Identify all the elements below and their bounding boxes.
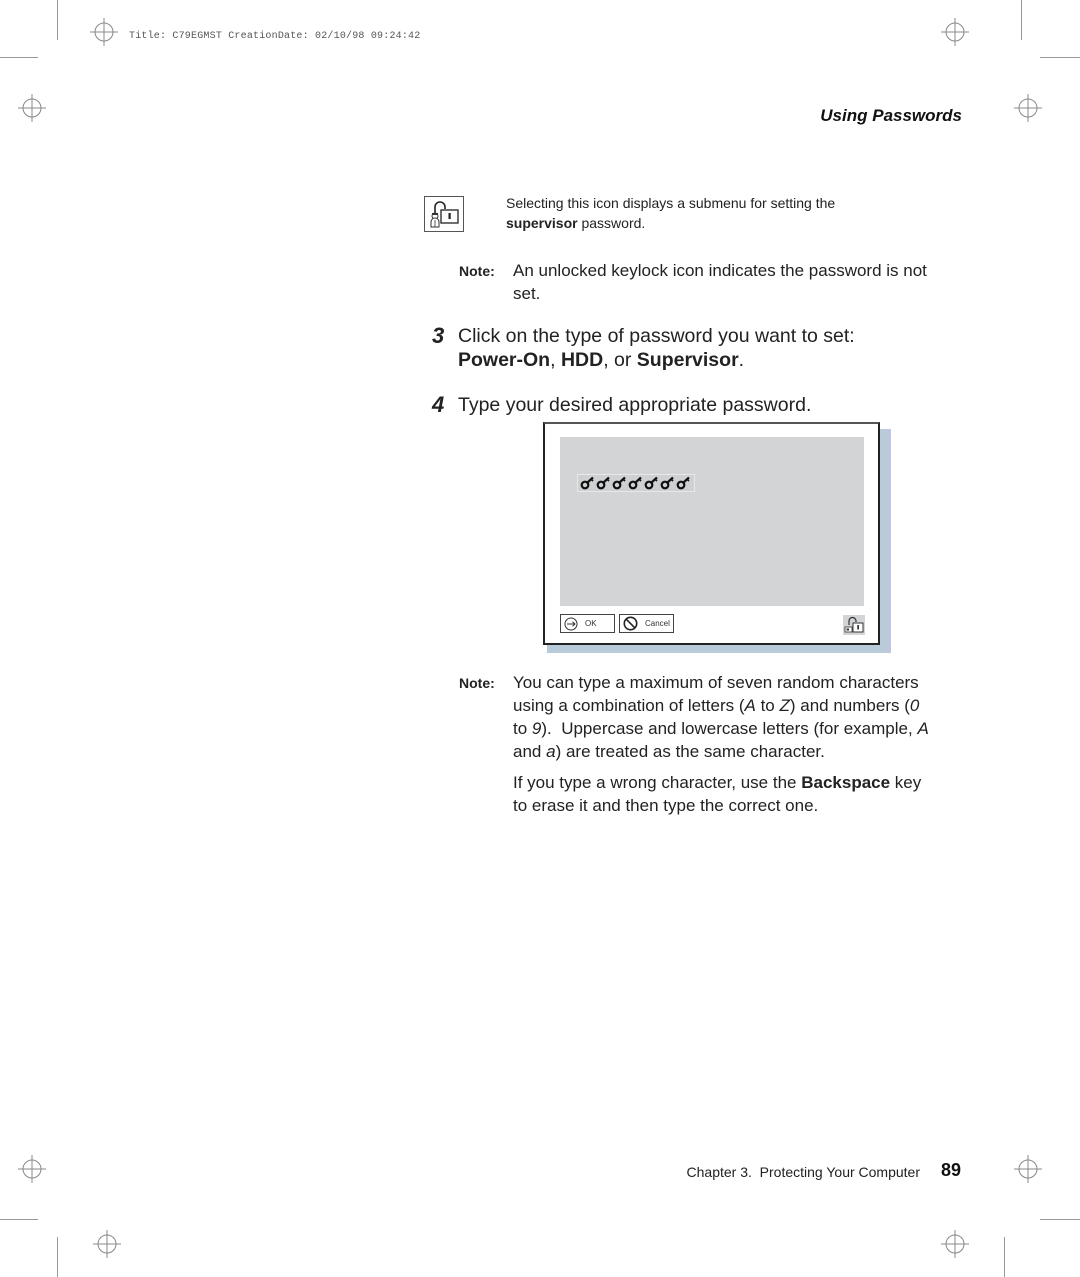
- registration-mark-icon: [941, 18, 969, 46]
- running-head: Using Passwords: [820, 106, 962, 125]
- step-4-text: Type your desired appropriate password.: [458, 394, 812, 416]
- option-power-on: Power-On: [458, 349, 551, 371]
- key-icon: [644, 476, 658, 490]
- step-number-3: 3: [432, 323, 445, 348]
- key-icon: [660, 476, 674, 490]
- chapter-footer: Chapter 3. Protecting Your Computer: [686, 1164, 920, 1180]
- step-number-4: 4: [432, 392, 445, 417]
- crop-mark: [1004, 1237, 1005, 1277]
- key-icon: [596, 476, 610, 490]
- option-hdd: HDD: [560, 349, 604, 371]
- note-backspace-tip: If you type a wrong character, use the B…: [513, 773, 922, 815]
- crop-mark: [0, 1219, 38, 1220]
- key-icon: [628, 476, 642, 490]
- registration-mark-icon: [90, 18, 118, 46]
- note-label: Note:: [459, 263, 495, 279]
- key-icon: [612, 476, 626, 490]
- supervisor-term: supervisor: [506, 215, 578, 231]
- arrow-right-circle-icon: [564, 617, 578, 630]
- step-3-text: Click on the type of password you want t…: [458, 325, 855, 371]
- supervisor-unlocked-keylock-icon: [424, 196, 464, 232]
- note-unlocked-keylock: An unlocked keylock icon indicates the p…: [513, 261, 927, 303]
- password-input[interactable]: [577, 474, 695, 492]
- print-metadata: Title: C79EGMST CreationDate: 02/10/98 0…: [129, 31, 421, 42]
- cancel-button[interactable]: Cancel: [619, 614, 674, 633]
- note-label: Note:: [459, 675, 495, 691]
- option-supervisor: Supervisor: [636, 349, 739, 371]
- key-icon: [580, 476, 594, 490]
- registration-mark-icon: [1014, 1155, 1042, 1183]
- password-dialog: OK Cancel: [543, 422, 880, 645]
- crop-mark: [1040, 1219, 1080, 1220]
- crop-mark: [0, 57, 38, 58]
- registration-mark-icon: [18, 1155, 46, 1183]
- supervisor-icon-description: Selecting this icon displays a submenu f…: [506, 195, 836, 231]
- note-password-rules: You can type a maximum of seven random c…: [513, 673, 929, 761]
- registration-mark-icon: [1014, 94, 1042, 122]
- registration-mark-icon: [941, 1230, 969, 1258]
- registration-mark-icon: [93, 1230, 121, 1258]
- password-entry-panel: [560, 437, 864, 606]
- key-icon: [676, 476, 690, 490]
- cancel-prohibited-icon: [623, 616, 638, 631]
- unlocked-keylock-icon[interactable]: [843, 615, 865, 635]
- registration-mark-icon: [18, 94, 46, 122]
- crop-mark: [1021, 0, 1022, 40]
- crop-mark: [57, 0, 58, 40]
- backspace-key-term: Backspace: [801, 773, 891, 792]
- crop-mark: [57, 1237, 58, 1277]
- page-number: 89: [941, 1160, 962, 1180]
- ok-button[interactable]: OK: [560, 614, 615, 633]
- crop-mark: [1040, 57, 1080, 58]
